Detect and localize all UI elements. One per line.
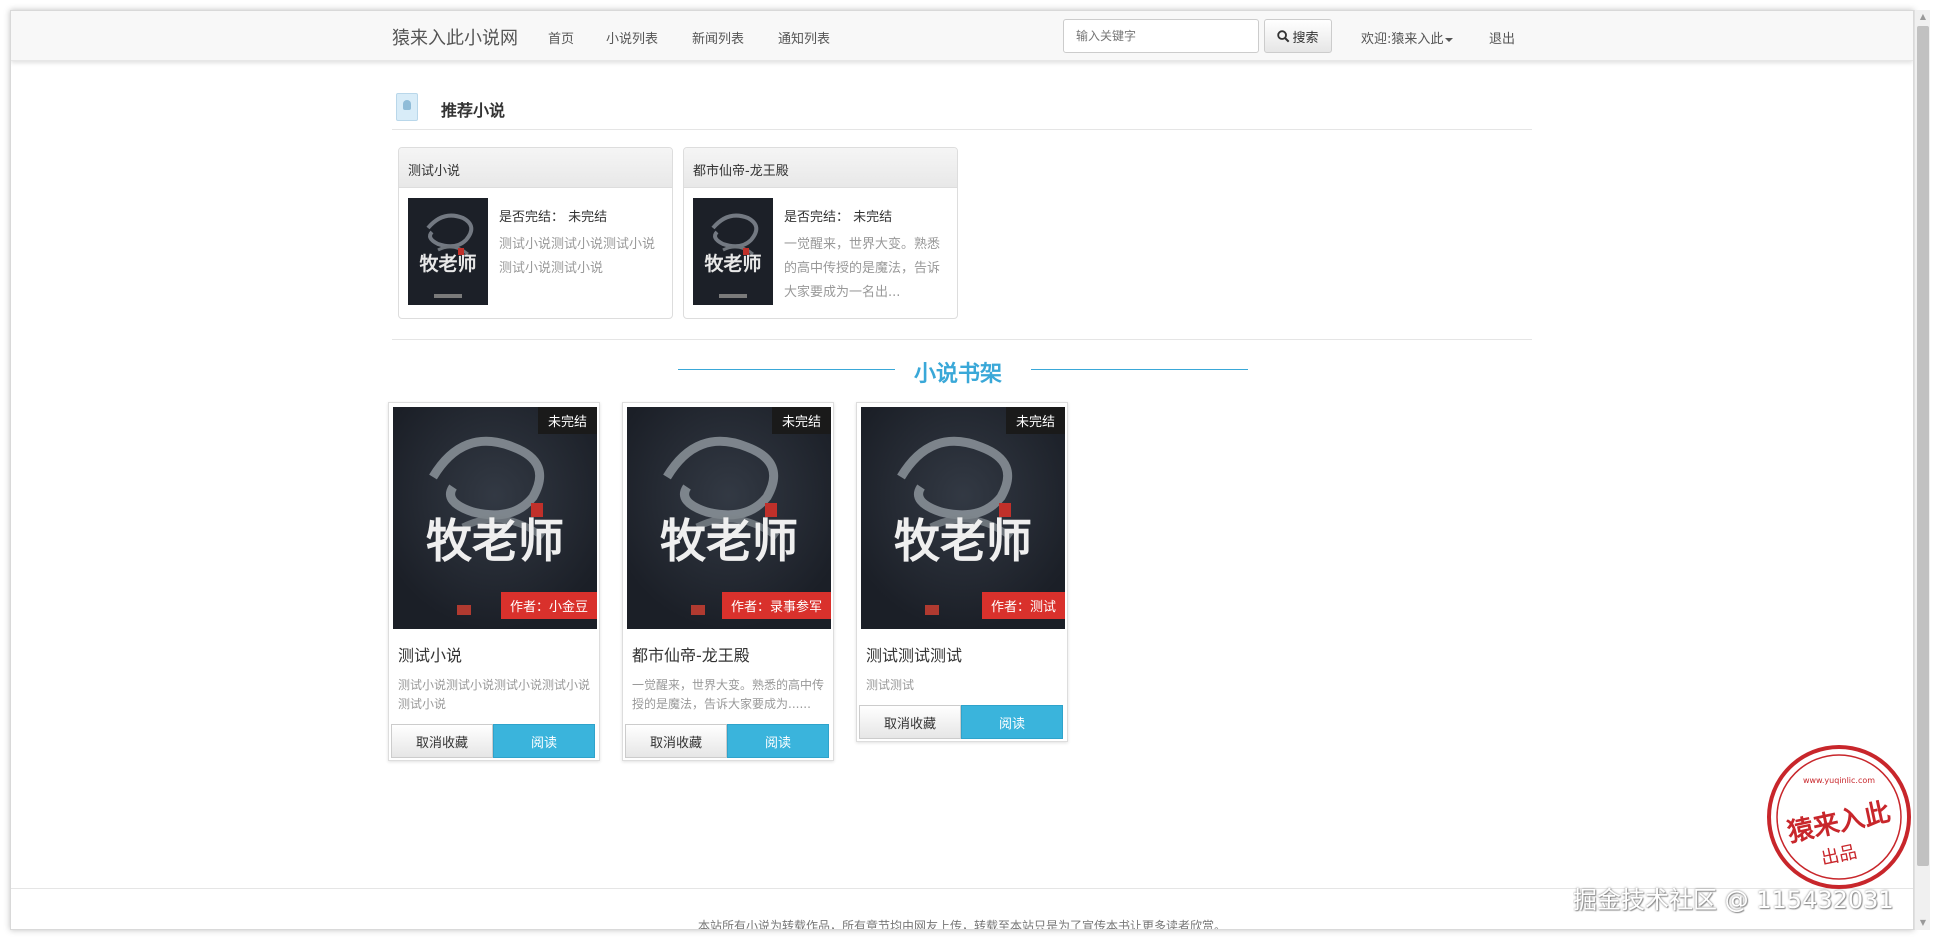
book-cover: 牧老师 bbox=[693, 198, 773, 305]
card-actions: 取消收藏 阅读 bbox=[623, 714, 833, 760]
svg-text:出品: 出品 bbox=[1819, 841, 1859, 869]
completion-status: 是否完结： 未完结 bbox=[499, 210, 608, 225]
recommended-card[interactable]: 测试小说 牧老师 是否完结： 未完结 测试小说测试小说测试小说测试小说测试小说 bbox=[398, 147, 673, 319]
unfavorite-button[interactable]: 取消收藏 bbox=[391, 724, 493, 758]
svg-text:牧老师: 牧老师 bbox=[704, 252, 761, 275]
shelf-book-card: 牧老师 未完结 作者：录事参军 都市仙帝-龙王殿 一觉醒来，世界大变。熟悉的高中… bbox=[622, 402, 834, 761]
nav-home[interactable]: 首页 bbox=[548, 28, 574, 47]
stamp-logo: www.yuqinlic.com 猿来入此 出品 bbox=[1767, 745, 1911, 889]
scroll-up-icon[interactable]: ▲ bbox=[1918, 12, 1928, 22]
browser-viewport: 猿来入此小说网 首页 小说列表 新闻列表 通知列表 搜索 欢迎:猿来入此 退出 … bbox=[10, 10, 1914, 930]
card-actions: 取消收藏 阅读 bbox=[389, 714, 599, 760]
shelf-title: 小说书架 bbox=[914, 362, 1003, 387]
read-button[interactable]: 阅读 bbox=[727, 724, 829, 758]
vertical-scrollbar[interactable]: ▲ ▼ bbox=[1914, 10, 1930, 930]
recommended-card[interactable]: 都市仙帝-龙王殿 牧老师 是否完结： 未完结 一觉醒来，世界大变。熟悉的高中传授… bbox=[683, 147, 958, 319]
book-cover[interactable]: 牧老师 未完结 作者：录事参军 bbox=[627, 407, 831, 629]
nav-news-list[interactable]: 新闻列表 bbox=[692, 28, 744, 47]
svg-text:猿来入此: 猿来入此 bbox=[1784, 798, 1893, 849]
caret-down-icon bbox=[1445, 37, 1454, 42]
svg-text:牧老师: 牧老师 bbox=[660, 514, 798, 568]
book-cover: 牧老师 bbox=[408, 198, 488, 305]
unfavorite-button[interactable]: 取消收藏 bbox=[625, 724, 727, 758]
title-line-right bbox=[1031, 369, 1248, 370]
scrollbar-thumb[interactable] bbox=[1917, 26, 1929, 866]
divider bbox=[392, 339, 1532, 340]
book-cover[interactable]: 牧老师 未完结 作者：测试 bbox=[861, 407, 1065, 629]
status-badge: 未完结 bbox=[771, 407, 831, 434]
book-description: 一觉醒来，世界大变。熟悉的高中传授的是魔法，告诉大家要成为...... bbox=[632, 678, 825, 711]
user-menu-label: 欢迎:猿来入此 bbox=[1361, 32, 1444, 47]
navbar: 猿来入此小说网 首页 小说列表 新闻列表 通知列表 搜索 欢迎:猿来入此 退出 bbox=[11, 11, 1913, 61]
svg-text:牧老师: 牧老师 bbox=[419, 252, 476, 275]
author-badge: 作者：小金豆 bbox=[500, 592, 597, 619]
book-description: 测试小说测试小说测试小说测试小说测试小说 bbox=[398, 678, 591, 711]
recommended-card-title: 测试小说 bbox=[399, 148, 672, 188]
author-badge: 作者：录事参军 bbox=[721, 592, 831, 619]
read-button[interactable]: 阅读 bbox=[961, 705, 1063, 739]
user-menu[interactable]: 欢迎:猿来入此 bbox=[1361, 28, 1454, 47]
search-button-label: 搜索 bbox=[1292, 30, 1319, 46]
search-input[interactable] bbox=[1063, 19, 1259, 53]
svg-text:牧老师: 牧老师 bbox=[894, 514, 1032, 568]
completion-status: 是否完结： 未完结 bbox=[784, 210, 893, 225]
book-description: 测试小说测试小说测试小说测试小说测试小说 bbox=[499, 237, 656, 276]
svg-text:www.yuqinlic.com: www.yuqinlic.com bbox=[1803, 776, 1875, 785]
book-icon bbox=[396, 93, 418, 121]
status-badge: 未完结 bbox=[537, 407, 597, 434]
shelf-book-card: 牧老师 未完结 作者：测试 测试测试测试 测试测试 取消收藏 阅读 bbox=[856, 402, 1068, 742]
book-cover[interactable]: 牧老师 未完结 作者：小金豆 bbox=[393, 407, 597, 629]
book-title[interactable]: 都市仙帝-龙王殿 bbox=[623, 629, 833, 666]
shelf-book-card: 牧老师 未完结 作者：小金豆 测试小说 测试小说测试小说测试小说测试小说测试小说… bbox=[388, 402, 600, 761]
search-button[interactable]: 搜索 bbox=[1264, 19, 1332, 53]
recommended-card-title: 都市仙帝-龙王殿 bbox=[684, 148, 957, 188]
book-description: 测试测试 bbox=[866, 678, 915, 692]
nav-novel-list[interactable]: 小说列表 bbox=[606, 28, 658, 47]
book-description: 一觉醒来，世界大变。熟悉的高中传授的是魔法，告诉大家要成为一名出... bbox=[784, 237, 941, 300]
title-line-left bbox=[678, 369, 895, 370]
book-title[interactable]: 测试小说 bbox=[389, 629, 599, 666]
scroll-down-icon[interactable]: ▼ bbox=[1918, 918, 1928, 928]
svg-text:牧老师: 牧老师 bbox=[426, 514, 564, 568]
footer-text: 本站所有小说为转载作品，所有章节均由网友上传，转载至本站只是为了宣传本书让更多读… bbox=[697, 919, 1226, 930]
read-button[interactable]: 阅读 bbox=[493, 724, 595, 758]
book-title[interactable]: 测试测试测试 bbox=[857, 629, 1067, 666]
watermark-text: 掘金技术社区 @ 115432031 bbox=[1573, 886, 1894, 914]
divider bbox=[392, 129, 1532, 130]
status-badge: 未完结 bbox=[1005, 407, 1065, 434]
logout-link[interactable]: 退出 bbox=[1489, 28, 1515, 47]
author-badge: 作者：测试 bbox=[981, 592, 1065, 619]
unfavorite-button[interactable]: 取消收藏 bbox=[859, 705, 961, 739]
card-actions: 取消收藏 阅读 bbox=[857, 695, 1067, 741]
search-icon bbox=[1277, 29, 1290, 42]
nav-notice-list[interactable]: 通知列表 bbox=[778, 28, 830, 47]
site-brand[interactable]: 猿来入此小说网 bbox=[392, 24, 518, 50]
recommended-title: 推荐小说 bbox=[441, 101, 506, 120]
